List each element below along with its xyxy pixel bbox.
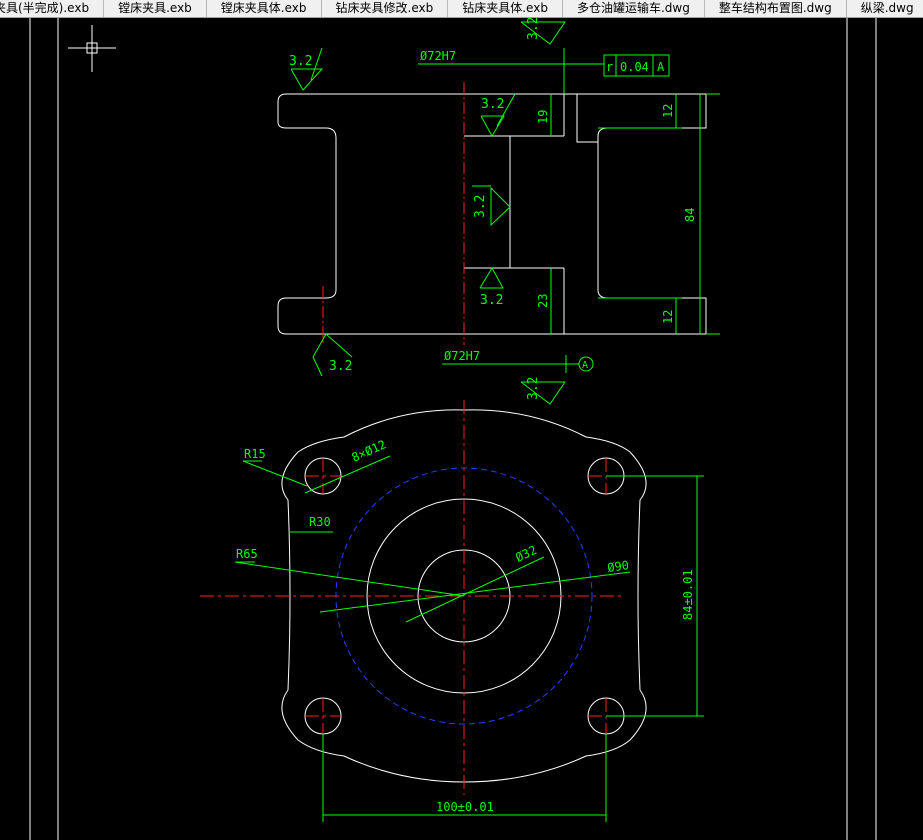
dim-12-top: 12 — [661, 104, 675, 118]
tab-zuanchuang-jiaju-xiugai[interactable]: 钻床夹具修改.exb — [322, 0, 449, 17]
tab-zhengche-buzhi[interactable]: 整车结构布置图.dwg — [705, 0, 847, 17]
drawing-canvas[interactable]: 3.2 3.2 Ø72H7 r 0.04 A 3.2 19 3.2 3.2 23… — [0, 18, 923, 840]
dia-bottom-label: Ø72H7 — [444, 349, 480, 363]
tab-jiaju-banwancheng[interactable]: 夹具(半完成).exb — [0, 0, 105, 17]
tab-duocang-youguan[interactable]: 多仓油罐运输车.dwg — [563, 0, 705, 17]
roughness-bottom: 3.2 — [526, 377, 541, 400]
roughness-top-left: 3.2 — [289, 54, 312, 69]
dim-100-0-01: 100±0.01 — [436, 800, 494, 814]
tab-tangchuang-jiajuti[interactable]: 镗床夹具体.exb — [207, 0, 322, 17]
r15-label: R15 — [244, 447, 266, 461]
tab-zongliang[interactable]: 纵梁.dwg — [847, 0, 923, 17]
roughness-bore-mid: 3.2 — [473, 195, 488, 218]
tol-symbol: r — [606, 60, 613, 74]
roughness-top: 3.2 — [526, 18, 541, 40]
tol-value: 0.04 — [620, 60, 649, 74]
roughness-bottom-left: 3.2 — [329, 359, 352, 374]
dim-23: 23 — [536, 294, 550, 308]
datum-label: A — [582, 360, 588, 371]
d90-label: Ø90 — [606, 558, 629, 575]
r30-label: R30 — [309, 515, 331, 529]
tab-tangchuang-jiaju[interactable]: 镗床夹具.exb — [104, 0, 207, 17]
dim-12-bottom: 12 — [661, 310, 675, 324]
dim-84: 84 — [683, 208, 697, 222]
tol-datum: A — [657, 60, 665, 74]
roughness-bore-upper: 3.2 — [481, 97, 504, 112]
dia-top-label: Ø72H7 — [420, 49, 456, 63]
document-tab-bar: 夹具(半完成).exb 镗床夹具.exb 镗床夹具体.exb 钻床夹具修改.ex… — [0, 0, 923, 18]
r65-label: R65 — [236, 547, 258, 561]
dim-19: 19 — [536, 110, 550, 124]
roughness-bore-lower: 3.2 — [480, 293, 503, 308]
tab-zuanchuang-jiajuti[interactable]: 钻床夹具体.exb — [448, 0, 563, 17]
dim-84-0-01: 84±0.01 — [681, 569, 695, 620]
